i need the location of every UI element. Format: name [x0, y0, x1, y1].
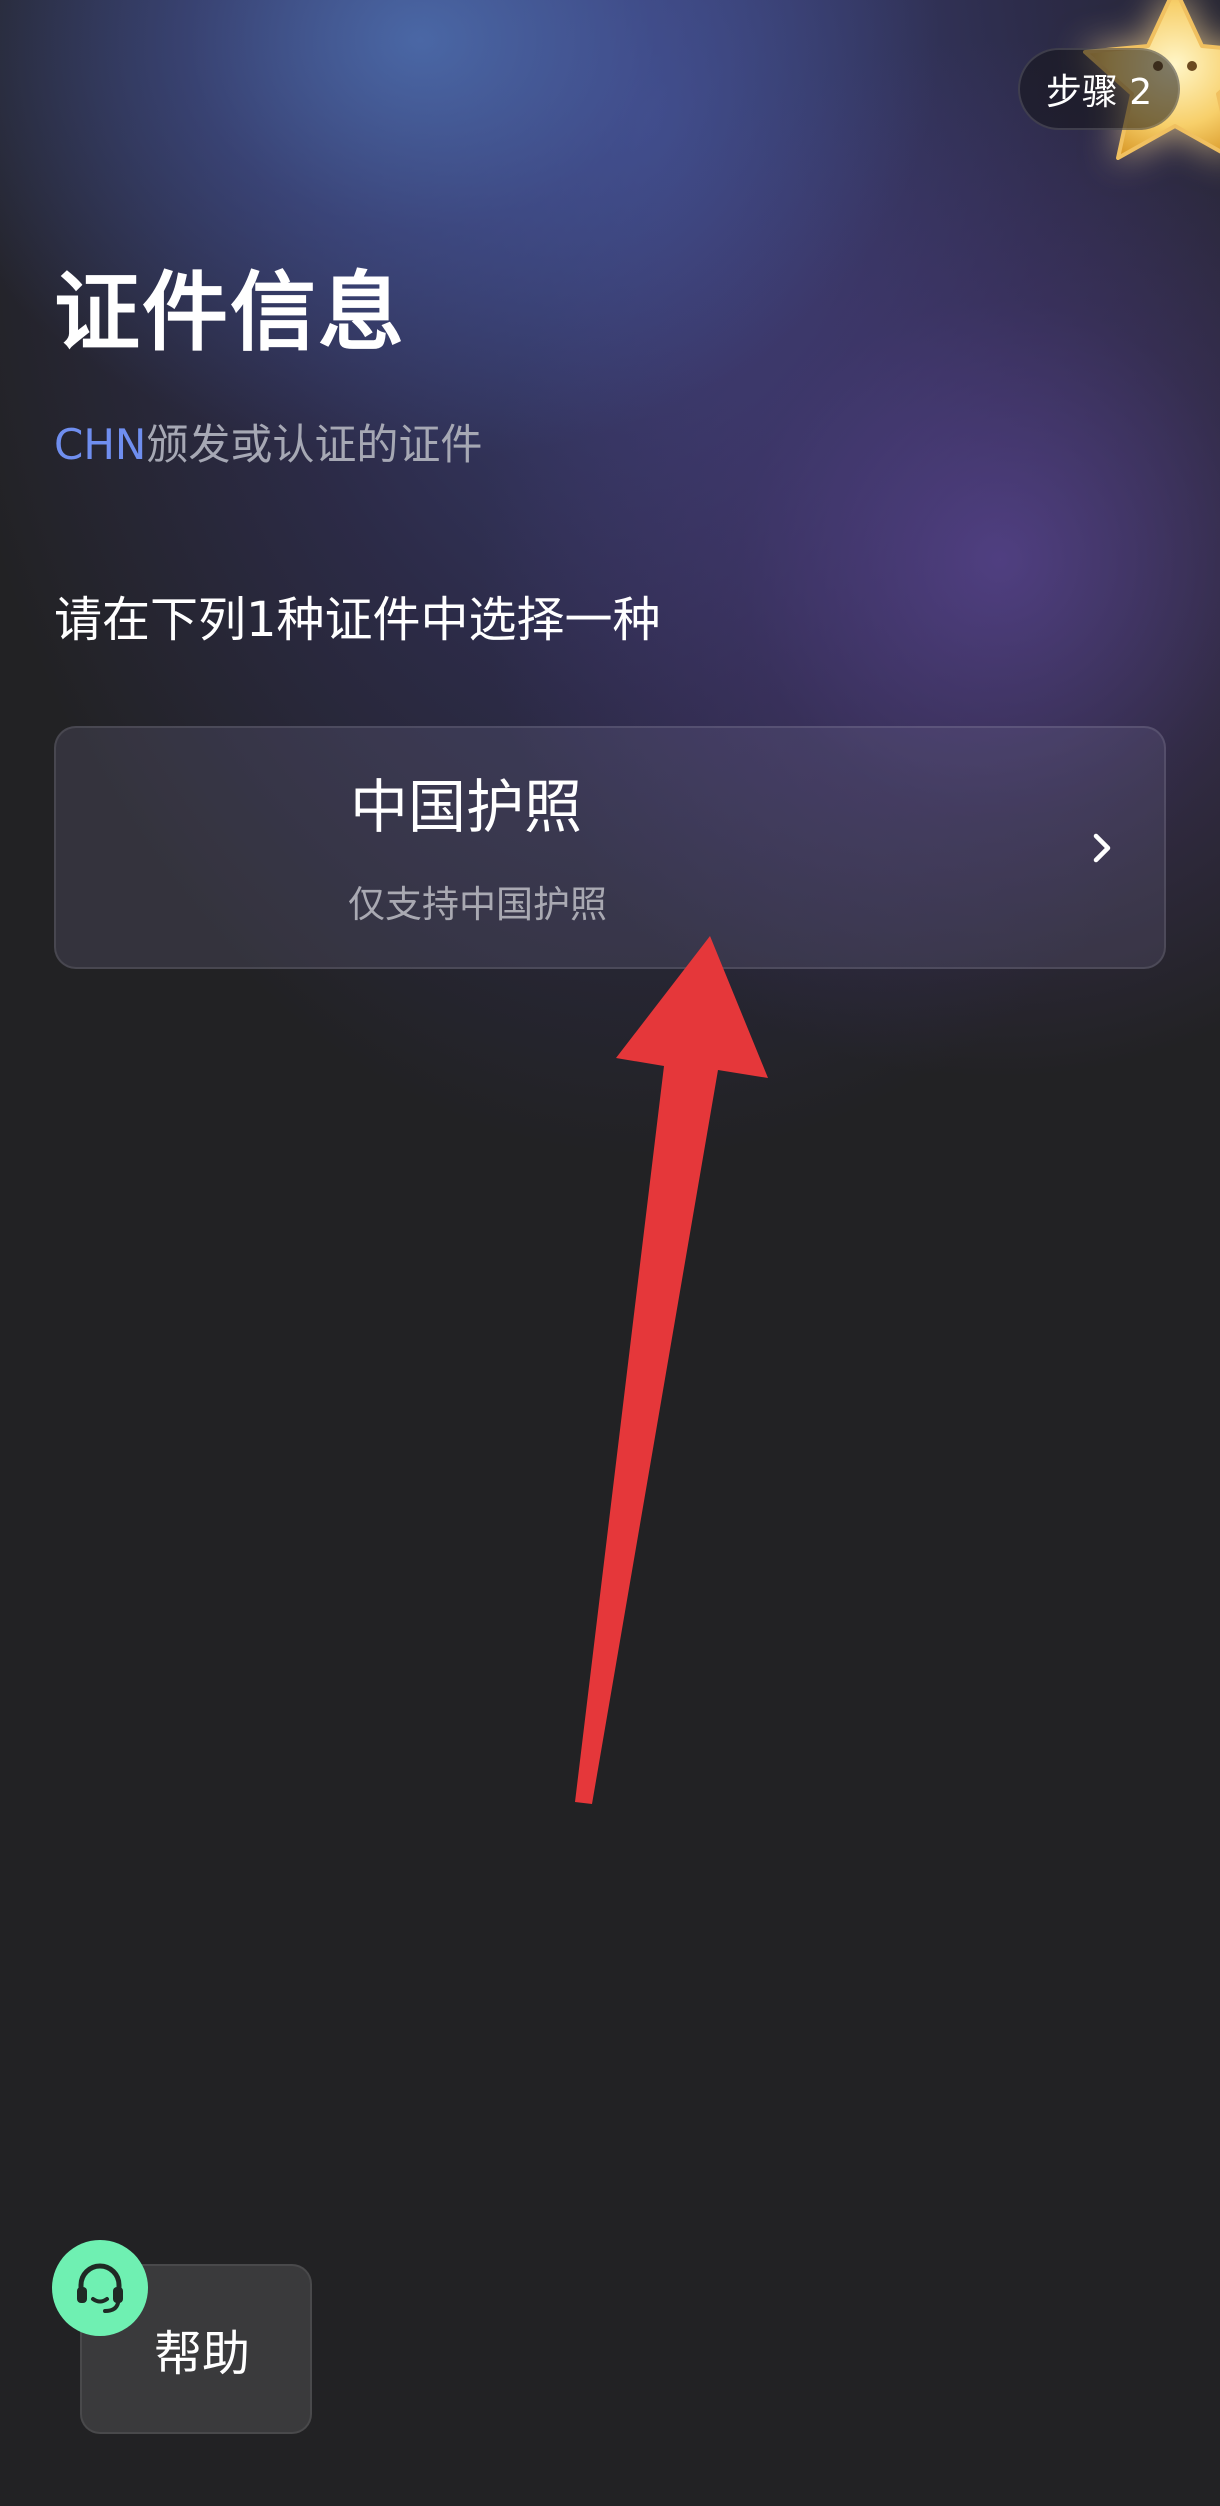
headset-icon[interactable]: [52, 2240, 148, 2336]
selection-prompt: 请在下列1种证件中选择一种: [54, 592, 661, 648]
background-gradient: [0, 0, 1220, 2506]
chevron-right-icon: [1093, 833, 1111, 863]
step-label: 步骤 2: [1045, 72, 1153, 113]
document-option-china-passport[interactable]: 中国护照 仅支持中国护照: [54, 726, 1166, 969]
subtitle-text: 颁发或认证的证件: [146, 420, 483, 469]
page-title: 证件信息: [54, 263, 406, 363]
help-label: 帮助: [154, 2326, 251, 2382]
document-description: 仅支持中国护照: [348, 883, 607, 926]
headset-glyph-icon: [77, 2263, 123, 2313]
step-badge: 步骤 2: [1018, 48, 1180, 130]
annotation-arrow: [575, 936, 768, 1804]
document-name: 中国护照: [350, 773, 583, 841]
page-subtitle: CHN颁发或认证的证件: [54, 424, 482, 466]
country-code: CHN: [54, 420, 147, 469]
